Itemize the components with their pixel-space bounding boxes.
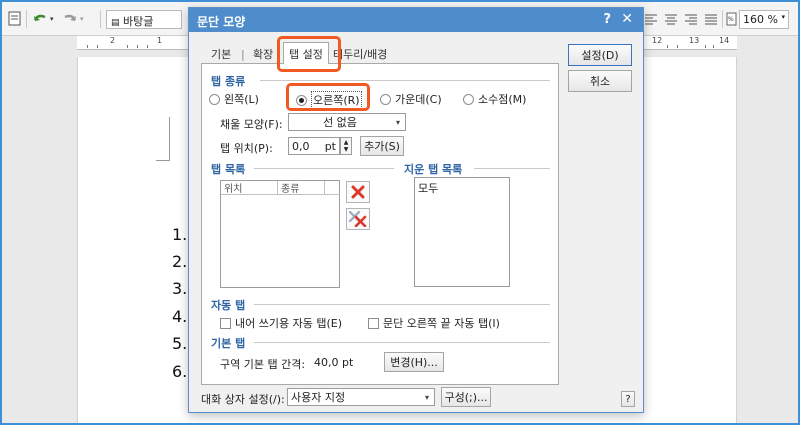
- tab-list-section-label: 탭 목록: [211, 163, 246, 176]
- list-item: 6.: [172, 362, 188, 381]
- page-icon[interactable]: [8, 10, 22, 28]
- list-item[interactable]: 모두: [418, 180, 438, 196]
- dialog-setting-label: 대화 상자 설정(/):: [201, 393, 285, 406]
- delete-tab-button[interactable]: [346, 181, 370, 203]
- radio-center-label: 가운데(C): [395, 93, 442, 106]
- radio-indicator-selected: [296, 94, 307, 106]
- list-item: 3.: [172, 279, 188, 298]
- tab-list-header-position[interactable]: 위치: [221, 181, 278, 195]
- compose-button[interactable]: 구성(;)...: [441, 387, 491, 407]
- tab-position-unit: pt: [324, 139, 336, 153]
- fill-shape-select[interactable]: 선 없음 ▾: [288, 113, 406, 131]
- radio-right-label: 오른쪽(R): [311, 91, 362, 109]
- zoom-icon: %: [726, 10, 737, 28]
- dialog-title: 문단 모양: [197, 15, 246, 29]
- chevron-down-icon: ▾: [424, 392, 429, 402]
- default-tab-section-label: 기본 탭: [211, 337, 246, 350]
- radio-indicator: [463, 93, 474, 105]
- tab-type-section-label: 탭 종류: [211, 75, 246, 88]
- dialog-setting-select[interactable]: 사용자 지정 ▾: [287, 388, 435, 406]
- chevron-up-icon[interactable]: ▲: [344, 139, 349, 146]
- radio-indicator: [209, 93, 220, 105]
- tab-position-value: 0,0: [292, 139, 310, 153]
- radio-indicator: [380, 93, 391, 105]
- auto-tab-section-label: 자동 탭: [211, 299, 246, 312]
- undo-icon[interactable]: ▾: [32, 10, 54, 28]
- ruler-number: 14: [719, 36, 730, 45]
- list-item: 5.: [172, 334, 188, 353]
- align-left-icon[interactable]: [644, 10, 658, 28]
- add-tab-button[interactable]: 추가(S): [360, 136, 404, 156]
- tab-basic[interactable]: 기본: [211, 44, 231, 64]
- hanging-indent-auto-tab-checkbox[interactable]: 내어 쓰기용 자동 탭(E): [220, 315, 342, 331]
- paragraph-right-end-auto-tab-label: 문단 오른쪽 끝 자동 탭(I): [383, 317, 500, 330]
- tab-settings-panel: 탭 종류 왼쪽(L) 오른쪽(R) 가운데(C) 소수점(M) 채울 모양(F)…: [201, 63, 559, 385]
- cancel-button[interactable]: 취소: [568, 70, 632, 92]
- style-icon: ▤: [111, 18, 120, 28]
- tab-position-input[interactable]: 0,0 pt: [288, 137, 340, 155]
- ruler-number: 1: [157, 36, 163, 45]
- radio-left-label: 왼쪽(L): [224, 93, 259, 106]
- svg-text:%: %: [728, 16, 734, 23]
- list-item: 4.: [172, 307, 188, 326]
- ruler-number: 2: [110, 36, 116, 45]
- paragraph-right-end-auto-tab-checkbox[interactable]: 문단 오른쪽 끝 자동 탭(I): [368, 315, 500, 331]
- tab-list-header-type[interactable]: 종류: [278, 181, 325, 195]
- paragraph-shape-dialog: 문단 모양 ? ✕ 기본 | 확장 탭 설정 테두리/배경 탭 종류 왼쪽(L)…: [188, 7, 644, 413]
- tab-separator: |: [241, 47, 245, 61]
- change-default-tab-button[interactable]: 변경(H)...: [384, 352, 444, 372]
- dialog-setting-value: 사용자 지정: [291, 391, 346, 404]
- zoom-select[interactable]: 160 % ▾: [739, 10, 789, 29]
- delete-icon: [351, 185, 365, 199]
- style-select[interactable]: ▤ 바탕글: [106, 10, 182, 29]
- align-right-icon[interactable]: [684, 10, 698, 28]
- tab-extended[interactable]: 확장: [253, 44, 273, 64]
- align-center-icon[interactable]: [664, 10, 678, 28]
- tab-list[interactable]: 위치 종류: [220, 180, 340, 288]
- default-tab-interval-label: 구역 기본 탭 간격:: [220, 358, 306, 371]
- tab-tab-settings[interactable]: 탭 설정: [283, 42, 329, 64]
- fill-shape-value: 선 없음: [323, 116, 357, 129]
- default-tab-interval-value: 40,0 pt: [314, 356, 354, 369]
- help-icon[interactable]: ?: [603, 12, 611, 27]
- style-value: 바탕글: [123, 15, 154, 28]
- tab-position-label: 탭 위치(P):: [220, 142, 273, 155]
- app-window: ▾ ▾ ▤ 바탕글 % 160 % ▾ 2 1 12 13 14 1. 2. 3…: [2, 2, 798, 423]
- chevron-down-icon[interactable]: ▼: [344, 146, 349, 153]
- list-item: 2.: [172, 252, 188, 271]
- ruler-number: 12: [652, 36, 663, 45]
- ruler-number: 13: [689, 36, 700, 45]
- ok-button[interactable]: 설정(D): [568, 44, 632, 66]
- tab-border-background[interactable]: 테두리/배경: [333, 44, 387, 64]
- zoom-unit: %: [767, 13, 778, 26]
- dialog-title-bar[interactable]: 문단 모양 ? ✕: [189, 8, 643, 32]
- radio-right[interactable]: 오른쪽(R): [296, 91, 362, 109]
- close-icon[interactable]: ✕: [621, 11, 633, 27]
- delete-all-tabs-button[interactable]: [346, 208, 370, 230]
- tab-position-stepper[interactable]: ▲ ▼: [340, 137, 352, 155]
- help-button[interactable]: ?: [621, 391, 635, 407]
- zoom-value: 160: [743, 13, 764, 26]
- hanging-indent-auto-tab-label: 내어 쓰기용 자동 탭(E): [235, 317, 342, 330]
- radio-decimal[interactable]: 소수점(M): [463, 91, 526, 107]
- fill-shape-label: 채울 모양(F):: [220, 118, 283, 131]
- cleared-tabs-section-label: 지운 탭 목록: [404, 163, 463, 176]
- cleared-tabs-list[interactable]: 모두: [414, 177, 510, 287]
- delete-all-icon: [349, 211, 367, 227]
- list-item: 1.: [172, 225, 188, 244]
- align-justify-icon[interactable]: [704, 10, 718, 28]
- radio-decimal-label: 소수점(M): [478, 93, 527, 106]
- redo-icon[interactable]: ▾: [62, 10, 84, 28]
- chevron-down-icon: ▾: [781, 13, 785, 21]
- chevron-down-icon: ▾: [395, 117, 400, 127]
- radio-left[interactable]: 왼쪽(L): [209, 91, 259, 107]
- radio-center[interactable]: 가운데(C): [380, 91, 442, 107]
